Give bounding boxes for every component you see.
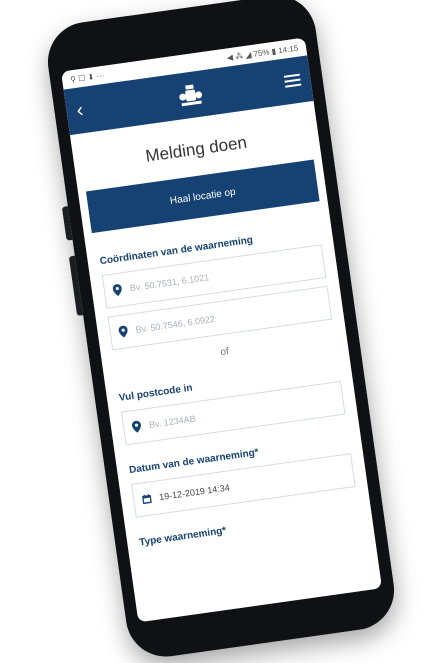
status-icons-left: ⚲ ☐ ⬇ ··· [69, 70, 105, 85]
coat-of-arms-icon [179, 84, 203, 107]
calendar-icon [142, 494, 152, 504]
coordinates-field-2-placeholder: Bv. 50.7546, 6.0922 [135, 313, 216, 335]
phone-frame: ⚲ ☐ ⬇ ··· ◀ ⁂ ◢ 75% ▮ 14:15 ‹ Melding do… [42, 0, 400, 662]
observation-type-label: Type waarneming* [138, 525, 227, 549]
app-screen: ⚲ ☐ ⬇ ··· ◀ ⁂ ◢ 75% ▮ 14:15 ‹ Melding do… [61, 37, 383, 623]
phone-side-button [61, 206, 73, 241]
chevron-left-icon[interactable]: ‹ [75, 97, 98, 123]
postcode-placeholder: Bv. 1234AB [148, 413, 197, 430]
date-value: 19-12-2019 14:34 [158, 482, 231, 503]
get-location-button[interactable]: Haal locatie op [85, 159, 320, 234]
phone-volume-button [68, 255, 84, 316]
location-pin-icon [131, 420, 141, 433]
location-pin-icon [118, 325, 128, 338]
coordinates-field-1-placeholder: Bv. 50.7531, 6.1021 [129, 272, 210, 294]
location-pin-icon [112, 284, 122, 296]
hamburger-menu-icon[interactable] [283, 73, 302, 88]
